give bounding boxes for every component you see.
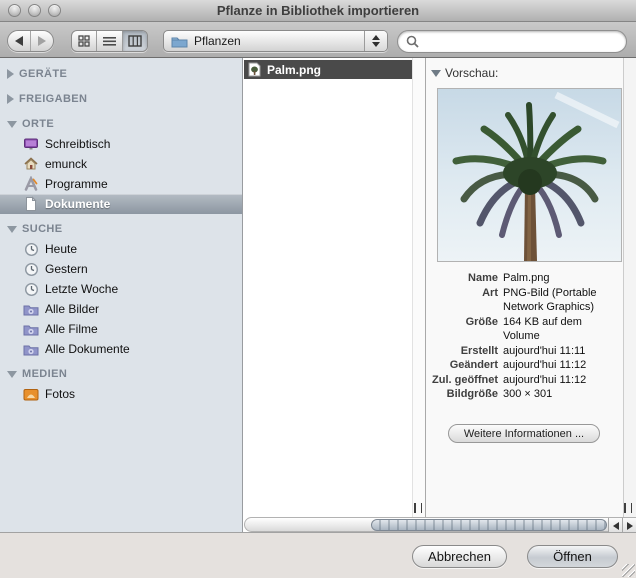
detail-row: Zul. geöffnet aujourd'hui 11:12 bbox=[432, 373, 587, 386]
scroll-left-button[interactable] bbox=[608, 518, 622, 533]
detail-row: Erstellt aujourd'hui 11:11 bbox=[460, 344, 586, 357]
cancel-button[interactable]: Abbrechen bbox=[412, 545, 507, 568]
horizontal-scrollbar-thumb[interactable] bbox=[371, 519, 607, 531]
back-arrow-icon bbox=[15, 36, 23, 46]
file-details: Name Palm.png Art PNG-Bild (Portable Net… bbox=[426, 271, 621, 402]
applications-icon bbox=[23, 176, 39, 192]
search-field bbox=[397, 30, 627, 53]
sidebar-item-alle-filme[interactable]: Alle Filme bbox=[0, 319, 242, 339]
preview-column: Vorschau: Name Palm.png Art PNG-Bild (Po… bbox=[426, 58, 623, 517]
file-name: Palm.png bbox=[267, 62, 322, 77]
location-popup[interactable]: Pflanzen bbox=[163, 30, 388, 52]
detail-row: Bildgröße 300 × 301 bbox=[446, 388, 553, 400]
sidebar-item-programme[interactable]: Programme bbox=[0, 174, 242, 194]
folder-icon bbox=[171, 35, 188, 48]
open-button[interactable]: Öffnen bbox=[527, 545, 618, 568]
detail-row: Größe 164 KB auf dem Volume bbox=[465, 315, 582, 343]
image-file-icon bbox=[248, 62, 261, 77]
home-icon bbox=[23, 156, 39, 172]
back-button[interactable] bbox=[8, 31, 31, 51]
sidebar-section-geraete[interactable]: GERÄTE bbox=[0, 64, 242, 84]
search-icon bbox=[406, 35, 419, 48]
sidebar-item-gestern[interactable]: Gestern bbox=[0, 259, 242, 279]
file-browser-column: Palm.png bbox=[244, 58, 412, 517]
disclosure-expanded-icon[interactable] bbox=[7, 370, 17, 378]
clock-icon bbox=[23, 261, 39, 277]
smart-folder-icon bbox=[23, 321, 39, 337]
preview-column-scrollbar[interactable] bbox=[623, 58, 636, 517]
icon-view-icon bbox=[78, 35, 90, 47]
sidebar-section-medien[interactable]: MEDIEN bbox=[0, 364, 242, 384]
window-title: Pflanze in Bibliothek importieren bbox=[216, 3, 420, 18]
file-column-scrollbar[interactable] bbox=[412, 58, 425, 517]
column-resize-handle[interactable] bbox=[624, 503, 632, 513]
forward-arrow-icon bbox=[38, 36, 46, 46]
photos-icon bbox=[23, 386, 39, 402]
location-popup-value: Pflanzen bbox=[194, 34, 241, 48]
file-row-palm[interactable]: Palm.png bbox=[244, 60, 412, 79]
scroll-right-button[interactable] bbox=[622, 518, 636, 533]
smart-folder-icon bbox=[23, 341, 39, 357]
more-info-button[interactable]: Weitere Informationen ... bbox=[448, 424, 600, 443]
sidebar-item-letzte-woche[interactable]: Letzte Woche bbox=[0, 279, 242, 299]
icon-view-button[interactable] bbox=[72, 31, 96, 51]
resize-grip[interactable] bbox=[622, 564, 635, 577]
titlebar: Pflanze in Bibliothek importieren bbox=[0, 0, 636, 22]
scroll-right-icon bbox=[626, 521, 633, 530]
desktop-icon bbox=[23, 136, 39, 152]
sidebar-item-heute[interactable]: Heute bbox=[0, 239, 242, 259]
detail-row: Geändert aujourd'hui 11:12 bbox=[449, 359, 587, 371]
list-view-icon bbox=[102, 37, 116, 46]
sidebar-item-emunck[interactable]: emunck bbox=[0, 154, 242, 174]
sidebar-section-orte[interactable]: ORTE bbox=[0, 114, 242, 134]
history-nav-group bbox=[7, 30, 54, 52]
preview-image bbox=[437, 88, 622, 262]
dialog-footer: Abbrechen Öffnen bbox=[0, 532, 636, 578]
documents-icon bbox=[23, 196, 39, 212]
disclosure-expanded-icon[interactable] bbox=[431, 69, 441, 77]
sidebar-item-fotos[interactable]: Fotos bbox=[0, 384, 242, 404]
popup-stepper-icon bbox=[364, 31, 387, 51]
sidebar-item-schreibtisch[interactable]: Schreibtisch bbox=[0, 134, 242, 154]
toolbar: Pflanzen bbox=[0, 22, 636, 58]
view-mode-group bbox=[71, 30, 148, 52]
search-input[interactable] bbox=[424, 33, 609, 50]
sidebar-item-alle-bilder[interactable]: Alle Bilder bbox=[0, 299, 242, 319]
detail-row: Name Palm.png bbox=[468, 272, 550, 284]
detail-row: Art PNG-Bild (Portable Network Graphics) bbox=[482, 286, 597, 314]
column-view-button[interactable] bbox=[121, 31, 147, 51]
preview-header[interactable]: Vorschau: bbox=[431, 66, 498, 80]
sidebar-item-dokumente[interactable]: Dokumente bbox=[0, 194, 242, 214]
disclosure-collapsed-icon[interactable] bbox=[7, 94, 14, 104]
import-dialog-window: Pflanze in Bibliothek importieren Pflanz… bbox=[0, 0, 636, 578]
list-view-button[interactable] bbox=[96, 31, 121, 51]
sidebar: GERÄTE FREIGABEN ORTE Schreibtisch emunc… bbox=[0, 58, 243, 532]
disclosure-collapsed-icon[interactable] bbox=[7, 69, 14, 79]
sidebar-section-freigaben[interactable]: FREIGABEN bbox=[0, 89, 242, 109]
sidebar-section-suche[interactable]: SUCHE bbox=[0, 219, 242, 239]
horizontal-scrollbar[interactable] bbox=[244, 517, 636, 533]
clock-icon bbox=[23, 241, 39, 257]
disclosure-expanded-icon[interactable] bbox=[7, 120, 17, 128]
scroll-left-icon bbox=[612, 521, 619, 530]
disclosure-expanded-icon[interactable] bbox=[7, 225, 17, 233]
clock-icon bbox=[23, 281, 39, 297]
column-resize-handle[interactable] bbox=[414, 503, 422, 513]
smart-folder-icon bbox=[23, 301, 39, 317]
forward-button[interactable] bbox=[31, 31, 53, 51]
sidebar-item-alle-dokumente[interactable]: Alle Dokumente bbox=[0, 339, 242, 359]
palm-tree-photo bbox=[438, 89, 621, 261]
column-view-icon bbox=[128, 35, 142, 47]
